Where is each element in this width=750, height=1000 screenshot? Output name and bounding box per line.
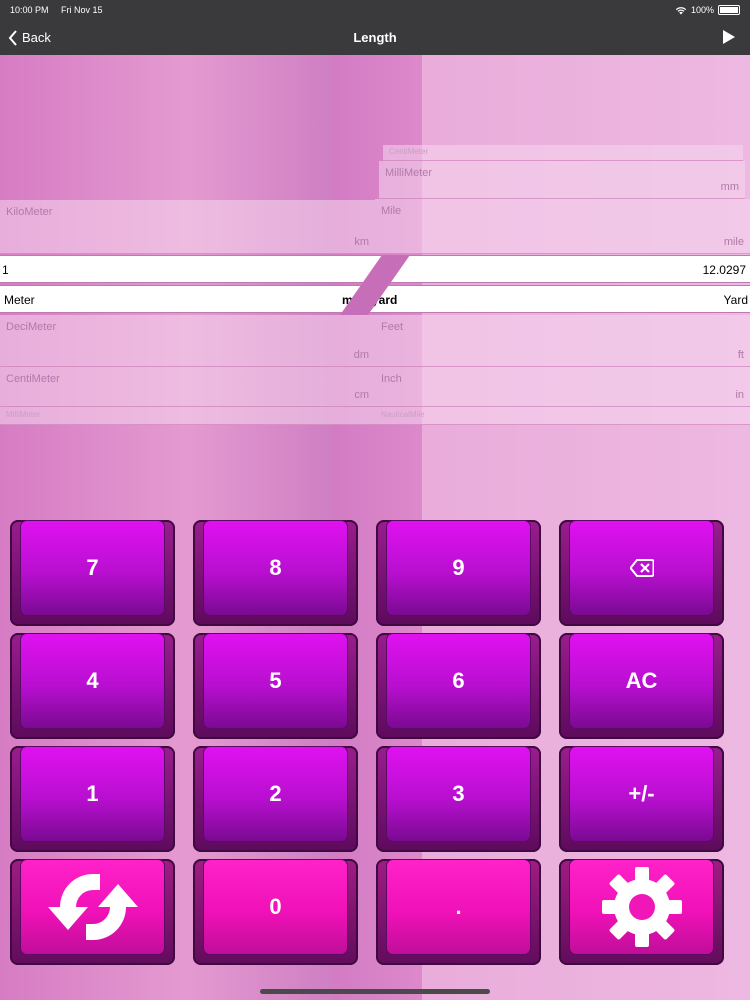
- picker-option[interactable]: Inch in: [375, 367, 750, 407]
- to-unit-symbol: Yard: [723, 293, 748, 307]
- key-label: 5: [203, 633, 348, 729]
- picker-option-unit: mile: [723, 236, 744, 248]
- picker-option-unit: mm: [720, 181, 739, 193]
- from-unit-name: Meter: [4, 293, 35, 307]
- picker-option-unit: km: [354, 236, 369, 248]
- gear-icon: [601, 867, 682, 947]
- key-label: 2: [203, 746, 348, 842]
- key-6[interactable]: 6: [376, 633, 541, 739]
- key-7[interactable]: 7: [10, 520, 175, 626]
- divider-slash: [340, 255, 410, 315]
- play-icon[interactable]: [722, 29, 736, 45]
- result-value: 12.0297: [702, 263, 746, 277]
- picker-option-name: NauticalMile: [381, 410, 425, 419]
- picker-option-unit: ft: [737, 349, 744, 361]
- picker-option-name: CentiMeter: [6, 373, 60, 385]
- picker-option[interactable]: Mile mile: [375, 199, 750, 254]
- key-label: 4: [20, 633, 165, 729]
- nav-bar: Back Length: [0, 20, 750, 55]
- picker-option-name: Mile: [381, 205, 402, 217]
- picker-option[interactable]: CentiMeter cm: [0, 367, 375, 407]
- key-label: 8: [203, 520, 348, 616]
- key-label: +/-: [569, 746, 714, 842]
- picker-option[interactable]: DeciMeter dm: [0, 315, 375, 367]
- key-label: 1: [20, 746, 165, 842]
- picker-option-unit: in: [735, 389, 744, 401]
- key-9[interactable]: 9: [376, 520, 541, 626]
- decimal-button[interactable]: .: [376, 859, 541, 965]
- picker-option[interactable]: NauticalMile: [375, 407, 750, 425]
- key-1[interactable]: 1: [10, 746, 175, 852]
- picker-option-name: CentiMeter: [389, 147, 429, 156]
- swap-units-button[interactable]: [10, 859, 175, 965]
- status-time: 10:00 PM: [10, 5, 49, 15]
- swap-icon: [47, 874, 138, 940]
- key-0[interactable]: 0: [193, 859, 358, 965]
- key-4[interactable]: 4: [10, 633, 175, 739]
- picker-option[interactable]: Feet ft: [375, 315, 750, 367]
- settings-button[interactable]: [559, 859, 724, 965]
- key-label: 7: [20, 520, 165, 616]
- picker-option-name: MilliMeter: [385, 167, 433, 179]
- battery-percent: 100%: [690, 5, 714, 15]
- picker-option[interactable]: MilliMeter: [0, 407, 375, 425]
- input-value[interactable]: 1: [2, 263, 9, 277]
- key-2[interactable]: 2: [193, 746, 358, 852]
- sign-toggle-button[interactable]: +/-: [559, 746, 724, 852]
- picker-option-name: MilliMeter: [6, 410, 41, 419]
- picker-option[interactable]: KiloMeter km: [0, 200, 375, 254]
- page-title: Length: [353, 30, 397, 45]
- key-label: 9: [386, 520, 531, 616]
- key-label: 6: [386, 633, 531, 729]
- wifi-icon: [675, 6, 687, 14]
- key-label: AC: [569, 633, 714, 729]
- key-label: 0: [203, 859, 348, 955]
- key-label: .: [386, 859, 531, 955]
- key-label: 3: [386, 746, 531, 842]
- backspace-icon: [629, 559, 654, 577]
- picker-option[interactable]: CentiMeter: [383, 145, 743, 161]
- picker-option-name: KiloMeter: [6, 206, 53, 218]
- backspace-button[interactable]: [559, 520, 724, 626]
- key-3[interactable]: 3: [376, 746, 541, 852]
- clear-button[interactable]: AC: [559, 633, 724, 739]
- home-indicator: [260, 989, 490, 994]
- picker-option-name: Inch: [381, 373, 402, 385]
- picker-option-name: Feet: [381, 321, 404, 333]
- picker-option-unit: cm: [354, 389, 369, 401]
- picker-option[interactable]: MilliMeter mm: [379, 161, 745, 199]
- picker-option-name: DeciMeter: [6, 321, 57, 333]
- key-8[interactable]: 8: [193, 520, 358, 626]
- battery-icon: [718, 5, 740, 15]
- key-5[interactable]: 5: [193, 633, 358, 739]
- status-bar: 10:00 PM Fri Nov 15 100%: [0, 0, 750, 20]
- status-date: Fri Nov 15: [61, 5, 103, 15]
- picker-option-unit: dm: [353, 349, 369, 361]
